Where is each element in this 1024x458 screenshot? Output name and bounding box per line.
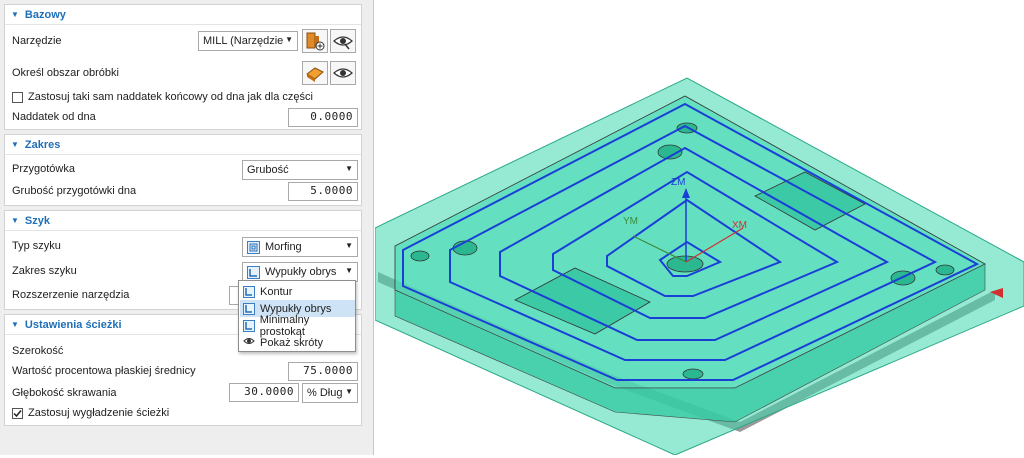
chevron-down-icon: ▼ xyxy=(345,164,353,173)
eye-tool-icon xyxy=(333,36,353,50)
select-area-button[interactable] xyxy=(302,61,328,85)
chevron-down-icon: ▼ xyxy=(345,387,353,396)
tool-extension-label: Rozszerzenie narzędzia xyxy=(12,289,130,301)
percent-label: Wartość procentowa płaskiej średnicy xyxy=(12,365,196,377)
dropdown-option-label: Pokaż skróty xyxy=(260,336,323,349)
graphics-viewport[interactable]: ZM YM XM xyxy=(374,0,1024,456)
depth-input[interactable]: 30.0000 xyxy=(229,383,299,402)
chevron-down-icon: ▼ xyxy=(345,266,353,275)
tool-select[interactable]: MILL (Narzędzie f ▼ xyxy=(198,31,298,51)
new-tool-button[interactable] xyxy=(302,29,328,53)
same-allowance-label: Zastosuj taki sam naddatek końcowy od dn… xyxy=(28,91,313,103)
convex-hull-icon xyxy=(243,302,255,315)
section-title: Bazowy xyxy=(24,8,66,21)
percent-input[interactable]: 75.0000 xyxy=(288,362,358,381)
floor-allowance-input[interactable]: 0.0000 xyxy=(288,108,358,127)
area-face-icon xyxy=(306,67,324,82)
area-row: Określ obszar obróbki xyxy=(5,61,361,85)
pattern-range-dropdown: Kontur Wypukły obrys Minimalny prostokąt… xyxy=(238,280,356,352)
pattern-range-value: Wypukły obrys xyxy=(265,266,337,278)
percent-row: Wartość procentowa płaskiej średnicy 75.… xyxy=(5,361,361,383)
smoothing-checkbox[interactable] xyxy=(12,408,23,419)
hole xyxy=(666,255,704,273)
hole xyxy=(935,264,955,276)
dropdown-option-show-shortcuts[interactable]: Pokaż skróty xyxy=(240,334,355,351)
blank-select[interactable]: Grubość ▼ xyxy=(242,160,358,180)
tool-select-value: MILL (Narzędzie f xyxy=(203,35,285,47)
blank-label: Przygotówka xyxy=(12,163,75,175)
floor-allowance-label: Naddatek od dna xyxy=(12,111,96,123)
tool-label: Narzędzie xyxy=(12,35,62,47)
blank-thickness-row: Grubość przygotówki dna 5.0000 xyxy=(5,181,361,203)
section-title: Ustawienia ścieżki xyxy=(24,318,122,331)
collapse-triangle-icon: ▼ xyxy=(11,140,19,149)
dropdown-option-kontur[interactable]: Kontur xyxy=(240,283,355,300)
section-header-bazowy[interactable]: ▼ Bazowy xyxy=(5,5,361,25)
show-area-button[interactable] xyxy=(330,61,356,85)
axis-y-label: YM xyxy=(623,216,638,227)
pattern-type-select[interactable]: Morfing ▼ xyxy=(242,237,358,257)
contour-icon xyxy=(243,285,255,298)
eye-icon xyxy=(243,336,255,349)
collapse-triangle-icon: ▼ xyxy=(11,320,19,329)
blank-thickness-label: Grubość przygotówki dna xyxy=(12,185,137,197)
axis-z-label: ZM xyxy=(671,177,685,188)
new-tool-icon xyxy=(306,32,325,51)
same-allowance-row: Zastosuj taki sam naddatek końcowy od dn… xyxy=(5,87,361,109)
collapse-triangle-icon: ▼ xyxy=(11,10,19,19)
hole xyxy=(682,368,704,380)
depth-label: Głębokość skrawania xyxy=(12,387,117,399)
collapse-triangle-icon: ▼ xyxy=(11,216,19,225)
pattern-range-select[interactable]: Wypukły obrys ▼ xyxy=(242,262,358,282)
tool-row: Narzędzie MILL (Narzędzie f ▼ xyxy=(5,29,361,53)
blank-thickness-input[interactable]: 5.0000 xyxy=(288,182,358,201)
area-label: Określ obszar obróbki xyxy=(12,67,119,79)
blank-row: Przygotówka Grubość ▼ xyxy=(5,159,361,181)
pattern-type-label: Typ szyku xyxy=(12,240,61,252)
depth-row: Głębokość skrawania 30.0000 % Dług ▼ xyxy=(5,383,361,405)
blank-select-value: Grubość xyxy=(247,164,289,176)
section-header-zakres[interactable]: ▼ Zakres xyxy=(5,135,361,155)
convex-hull-icon xyxy=(247,265,260,279)
operation-dialog-panel: ▼ Bazowy Narzędzie MILL (Narzędzie f ▼ O… xyxy=(0,0,374,455)
chevron-down-icon: ▼ xyxy=(285,35,293,44)
width-label: Szerokość xyxy=(12,345,64,357)
section-title: Zakres xyxy=(24,138,61,151)
dropdown-option-label: Kontur xyxy=(260,285,293,298)
section-header-szyk[interactable]: ▼ Szyk xyxy=(5,211,361,231)
floor-allowance-row: Naddatek od dna 0.0000 xyxy=(5,107,361,129)
hole xyxy=(410,250,430,262)
pattern-type-row: Typ szyku Morfing ▼ xyxy=(5,236,361,258)
pattern-range-label: Zakres szyku xyxy=(12,265,77,277)
morphing-pattern-icon xyxy=(247,240,260,254)
section-bazowy: ▼ Bazowy Narzędzie MILL (Narzędzie f ▼ O… xyxy=(4,4,362,130)
depth-unit-select[interactable]: % Dług ▼ xyxy=(302,383,358,403)
dropdown-option-min-rect[interactable]: Minimalny prostokąt xyxy=(240,314,355,338)
depth-unit-value: % Dług xyxy=(307,387,343,399)
eye-icon xyxy=(333,68,353,78)
show-tool-button[interactable] xyxy=(330,29,356,53)
part-model-view: ZM YM XM xyxy=(374,77,1024,456)
section-title: Szyk xyxy=(24,214,50,227)
rectangle-icon xyxy=(243,319,255,332)
checkmark-icon xyxy=(13,410,22,418)
pattern-type-value: Morfing xyxy=(265,241,302,253)
axis-x-label: XM xyxy=(732,220,747,231)
section-zakres: ▼ Zakres Przygotówka Grubość ▼ Grubość p… xyxy=(4,134,362,206)
smoothing-label: Zastosuj wygładzenie ścieżki xyxy=(28,407,170,419)
same-allowance-checkbox[interactable] xyxy=(12,92,23,103)
chevron-down-icon: ▼ xyxy=(345,241,353,250)
smoothing-row: Zastosuj wygładzenie ścieżki xyxy=(5,404,361,426)
